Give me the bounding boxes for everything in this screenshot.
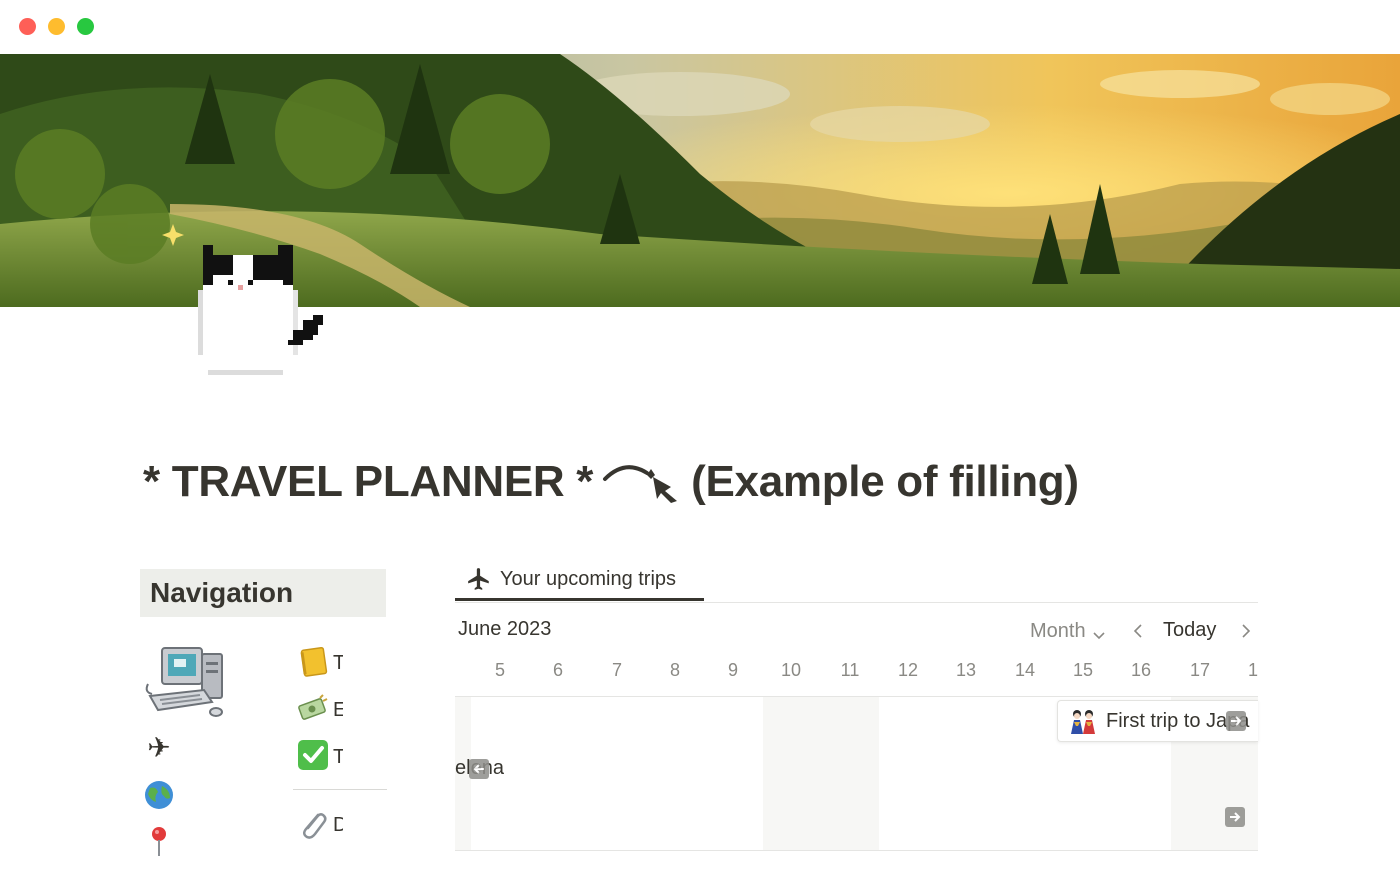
day-number: 9 xyxy=(727,660,738,680)
day-number: 6 xyxy=(552,660,563,680)
title-suffix: (Example of filling) xyxy=(691,457,1079,506)
day-number: 11 xyxy=(840,660,860,680)
weekend-column xyxy=(763,697,879,850)
nav-item-label[interactable]: T xyxy=(333,744,343,770)
previous-month-button[interactable] xyxy=(1130,622,1148,640)
close-window-button[interactable] xyxy=(19,18,36,35)
day-number: 15 xyxy=(1072,660,1094,680)
day-number: 8 xyxy=(669,660,680,680)
arrow-left-icon[interactable] xyxy=(469,759,489,779)
day-number: 17 xyxy=(1189,660,1211,680)
chevron-down-icon xyxy=(1092,625,1106,639)
today-button[interactable]: Today xyxy=(1163,619,1216,642)
nav-item-label[interactable]: D xyxy=(333,812,343,838)
airplane-icon xyxy=(466,566,492,592)
nav-item-label[interactable]: E xyxy=(333,697,343,723)
calendar-view-select[interactable]: Month xyxy=(1030,620,1106,643)
day-number: 14 xyxy=(1014,660,1036,680)
notebook-icon[interactable] xyxy=(296,645,330,679)
day-number: 13 xyxy=(955,660,977,680)
curved-arrow-icon xyxy=(595,457,685,507)
calendar-day-header: 5 6 7 8 9 10 11 12 13 14 15 16 17 1 xyxy=(455,660,1258,682)
tab-label: Your upcoming trips xyxy=(500,567,677,590)
nav-item-label[interactable]: T xyxy=(333,650,343,676)
title-prefix: * TRAVEL PLANNER * xyxy=(143,457,594,506)
zoom-window-button[interactable] xyxy=(77,18,94,35)
page-title[interactable]: * TRAVEL PLANNER * (Example of filling) xyxy=(143,452,1079,512)
paperclip-icon[interactable] xyxy=(296,807,330,841)
globe-icon[interactable] xyxy=(142,778,176,812)
day-number: 16 xyxy=(1130,660,1152,680)
tab-divider xyxy=(455,602,1258,603)
computer-icon xyxy=(140,640,230,722)
nav-divider xyxy=(293,789,387,790)
day-number: 10 xyxy=(780,660,802,680)
money-icon[interactable] xyxy=(296,692,330,726)
day-number: 5 xyxy=(494,660,505,680)
day-number: 1 xyxy=(1247,660,1258,680)
airplane-icon[interactable]: ✈ xyxy=(142,731,176,765)
notion-page: * TRAVEL PLANNER * (Example of filling) … xyxy=(0,0,1400,875)
day-number: 12 xyxy=(897,660,919,680)
calendar-view-label: Month xyxy=(1030,620,1086,642)
day-number: 7 xyxy=(611,660,622,680)
minimize-window-button[interactable] xyxy=(48,18,65,35)
arrow-right-icon[interactable] xyxy=(1225,807,1245,827)
navigation-heading-text: Navigation xyxy=(150,577,294,608)
calendar-month-label: June 2023 xyxy=(458,618,552,640)
pixel-cat-icon[interactable] xyxy=(188,230,338,380)
navigation-heading: Navigation xyxy=(140,569,386,617)
tab-upcoming-trips[interactable]: Your upcoming trips xyxy=(456,556,704,602)
dolls-icon xyxy=(1068,706,1098,736)
check-icon[interactable] xyxy=(296,738,330,772)
next-month-button[interactable] xyxy=(1236,622,1254,640)
window-titlebar xyxy=(0,0,1400,54)
pin-icon[interactable] xyxy=(142,824,176,858)
active-tab-indicator xyxy=(455,598,704,601)
arrow-icon[interactable] xyxy=(1226,711,1246,731)
